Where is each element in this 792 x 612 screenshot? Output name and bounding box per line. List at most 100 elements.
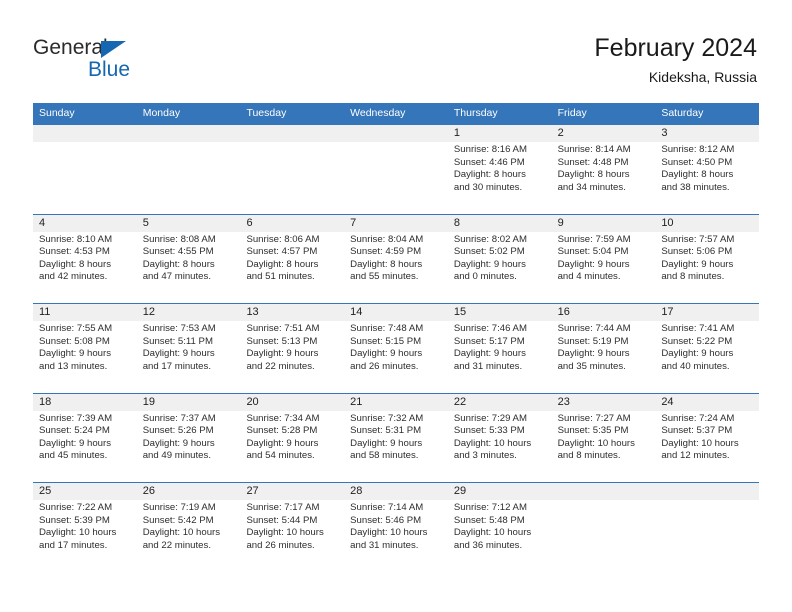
day-cell[interactable]: 18 Sunrise: 7:39 AM Sunset: 5:24 PM Dayl… <box>33 394 137 484</box>
sunset-text: Sunset: 5:22 PM <box>661 335 733 347</box>
day-details: Sunrise: 7:39 AM Sunset: 5:24 PM Dayligh… <box>39 413 135 463</box>
sunrise-text: Sunrise: 8:06 AM <box>246 233 320 245</box>
day-number: 12 <box>142 306 155 318</box>
daylight-text-line1: Daylight: 9 hours <box>39 348 111 360</box>
weekday-header-row: Sunday Monday Tuesday Wednesday Thursday… <box>33 103 759 124</box>
day-cell[interactable]: 29 Sunrise: 7:12 AM Sunset: 5:48 PM Dayl… <box>448 483 552 573</box>
day-cell[interactable]: 5 Sunrise: 8:08 AM Sunset: 4:55 PM Dayli… <box>137 215 241 305</box>
day-cell[interactable] <box>137 125 241 215</box>
daylight-text-line1: Daylight: 8 hours <box>39 258 111 270</box>
sunset-text: Sunset: 5:19 PM <box>557 335 629 347</box>
day-number: 29 <box>453 485 467 497</box>
daylight-text-line2: and 17 minutes. <box>39 539 108 551</box>
daylight-text-line1: Daylight: 10 hours <box>246 527 324 539</box>
day-cell[interactable]: 12 Sunrise: 7:53 AM Sunset: 5:11 PM Dayl… <box>137 304 241 394</box>
day-cell[interactable] <box>552 483 656 573</box>
day-details: Sunrise: 8:14 AM Sunset: 4:48 PM Dayligh… <box>558 144 654 194</box>
daylight-text-line1: Daylight: 8 hours <box>661 169 734 181</box>
sunset-text: Sunset: 5:37 PM <box>661 425 733 437</box>
day-cell[interactable]: 20 Sunrise: 7:34 AM Sunset: 5:28 PM Dayl… <box>240 394 344 484</box>
day-details: Sunrise: 7:24 AM Sunset: 5:37 PM Dayligh… <box>661 413 757 463</box>
triangle-icon <box>101 41 126 58</box>
day-cell[interactable]: 17 Sunrise: 7:41 AM Sunset: 5:22 PM Dayl… <box>655 304 759 394</box>
sunrise-text: Sunrise: 8:10 AM <box>39 233 113 245</box>
day-cell[interactable]: 19 Sunrise: 7:37 AM Sunset: 5:26 PM Dayl… <box>137 394 241 484</box>
day-cell[interactable]: 21 Sunrise: 7:32 AM Sunset: 5:31 PM Dayl… <box>344 394 448 484</box>
day-cell[interactable] <box>655 483 759 573</box>
general-blue-logo[interactable]: General Blue <box>33 36 233 86</box>
day-cell[interactable]: 13 Sunrise: 7:51 AM Sunset: 5:13 PM Dayl… <box>240 304 344 394</box>
day-cell[interactable]: 1 Sunrise: 8:16 AM Sunset: 4:46 PM Dayli… <box>448 125 552 215</box>
calendar-week-row: 4 Sunrise: 8:10 AM Sunset: 4:53 PM Dayli… <box>33 213 759 305</box>
day-details: Sunrise: 7:17 AM Sunset: 5:44 PM Dayligh… <box>246 502 342 552</box>
sunrise-text: Sunrise: 7:48 AM <box>350 323 424 334</box>
day-cell[interactable]: 4 Sunrise: 8:10 AM Sunset: 4:53 PM Dayli… <box>33 215 137 305</box>
calendar-page: General Blue February 2024 Kideksha, Rus… <box>0 0 792 612</box>
sunrise-text: Sunrise: 7:22 AM <box>39 502 113 513</box>
daylight-text-line2: and 36 minutes. <box>453 539 523 551</box>
weekday-header-wednesday: Wednesday <box>350 107 406 119</box>
day-number <box>661 483 757 500</box>
day-cell[interactable] <box>344 125 448 215</box>
sunset-text: Sunset: 4:55 PM <box>142 246 214 258</box>
day-cell[interactable]: 9 Sunrise: 7:59 AM Sunset: 5:04 PM Dayli… <box>552 215 656 305</box>
day-number: 27 <box>246 485 259 497</box>
day-cell[interactable]: 8 Sunrise: 8:02 AM Sunset: 5:02 PM Dayli… <box>448 215 552 305</box>
daylight-text-line1: Daylight: 9 hours <box>142 348 215 360</box>
day-number: 19 <box>142 395 155 408</box>
daylight-text-line2: and 4 minutes. <box>557 271 621 283</box>
day-cell[interactable]: 2 Sunrise: 8:14 AM Sunset: 4:48 PM Dayli… <box>552 125 656 215</box>
day-cell[interactable]: 10 Sunrise: 7:57 AM Sunset: 5:06 PM Dayl… <box>655 215 759 305</box>
day-cell[interactable]: 7 Sunrise: 8:04 AM Sunset: 4:59 PM Dayli… <box>344 215 448 305</box>
day-number: 13 <box>246 306 259 318</box>
day-details: Sunrise: 7:55 AM Sunset: 5:08 PM Dayligh… <box>39 323 135 373</box>
weekday-header-thursday: Thursday <box>453 107 498 119</box>
day-details: Sunrise: 8:10 AM Sunset: 4:53 PM Dayligh… <box>39 234 135 284</box>
day-cell[interactable]: 22 Sunrise: 7:29 AM Sunset: 5:33 PM Dayl… <box>448 394 552 484</box>
day-cell[interactable]: 24 Sunrise: 7:24 AM Sunset: 5:37 PM Dayl… <box>655 394 759 484</box>
day-cell[interactable] <box>33 125 137 215</box>
sunset-text: Sunset: 5:11 PM <box>142 335 213 347</box>
daylight-text-line1: Daylight: 8 hours <box>350 258 423 270</box>
day-cell[interactable]: 16 Sunrise: 7:44 AM Sunset: 5:19 PM Dayl… <box>552 304 656 394</box>
day-details: Sunrise: 8:04 AM Sunset: 4:59 PM Dayligh… <box>350 234 446 284</box>
day-number: 4 <box>39 216 46 229</box>
daylight-text-line2: and 26 minutes. <box>350 360 419 372</box>
day-number: 23 <box>557 395 570 408</box>
logo-text-blue: Blue <box>88 58 131 81</box>
day-cell[interactable]: 3 Sunrise: 8:12 AM Sunset: 4:50 PM Dayli… <box>655 125 759 215</box>
daylight-text-line1: Daylight: 10 hours <box>142 527 221 539</box>
page-subtitle: Kideksha, Russia <box>648 69 757 85</box>
calendar-week-row: 25 Sunrise: 7:22 AM Sunset: 5:39 PM Dayl… <box>33 482 759 572</box>
day-cell[interactable] <box>240 125 344 215</box>
sunrise-text: Sunrise: 7:55 AM <box>39 323 113 334</box>
daylight-text-line2: and 47 minutes. <box>142 271 211 283</box>
day-details: Sunrise: 7:41 AM Sunset: 5:22 PM Dayligh… <box>661 323 757 373</box>
sunset-text: Sunset: 5:15 PM <box>350 335 422 347</box>
day-cell[interactable]: 15 Sunrise: 7:46 AM Sunset: 5:17 PM Dayl… <box>448 304 552 394</box>
sunrise-text: Sunrise: 7:51 AM <box>246 323 320 334</box>
day-cell[interactable]: 11 Sunrise: 7:55 AM Sunset: 5:08 PM Dayl… <box>33 304 137 394</box>
weekday-header-sunday: Sunday <box>39 107 75 119</box>
day-details: Sunrise: 7:22 AM Sunset: 5:39 PM Dayligh… <box>39 502 135 552</box>
page-title: February 2024 <box>594 34 757 62</box>
day-cell[interactable]: 26 Sunrise: 7:19 AM Sunset: 5:42 PM Dayl… <box>137 483 241 573</box>
sunset-text: Sunset: 5:24 PM <box>39 425 110 437</box>
day-cell[interactable]: 28 Sunrise: 7:14 AM Sunset: 5:46 PM Dayl… <box>344 483 448 573</box>
day-number: 10 <box>661 216 674 229</box>
day-cell[interactable]: 23 Sunrise: 7:27 AM Sunset: 5:35 PM Dayl… <box>552 394 656 484</box>
sunrise-text: Sunrise: 7:17 AM <box>246 502 320 513</box>
calendar-week-row: 11 Sunrise: 7:55 AM Sunset: 5:08 PM Dayl… <box>33 303 759 393</box>
day-cell[interactable]: 25 Sunrise: 7:22 AM Sunset: 5:39 PM Dayl… <box>33 483 137 573</box>
daylight-text-line2: and 12 minutes. <box>661 450 730 462</box>
day-number: 22 <box>453 395 467 408</box>
day-number <box>143 125 239 142</box>
weekday-header-monday: Monday <box>142 107 181 119</box>
sunset-text: Sunset: 4:53 PM <box>39 246 110 258</box>
sunrise-text: Sunrise: 7:12 AM <box>453 502 527 513</box>
day-cell[interactable]: 6 Sunrise: 8:06 AM Sunset: 4:57 PM Dayli… <box>240 215 344 305</box>
daylight-text-line1: Daylight: 9 hours <box>350 348 423 360</box>
day-cell[interactable]: 14 Sunrise: 7:48 AM Sunset: 5:15 PM Dayl… <box>344 304 448 394</box>
day-cell[interactable]: 27 Sunrise: 7:17 AM Sunset: 5:44 PM Dayl… <box>240 483 344 573</box>
day-number: 24 <box>661 395 674 408</box>
